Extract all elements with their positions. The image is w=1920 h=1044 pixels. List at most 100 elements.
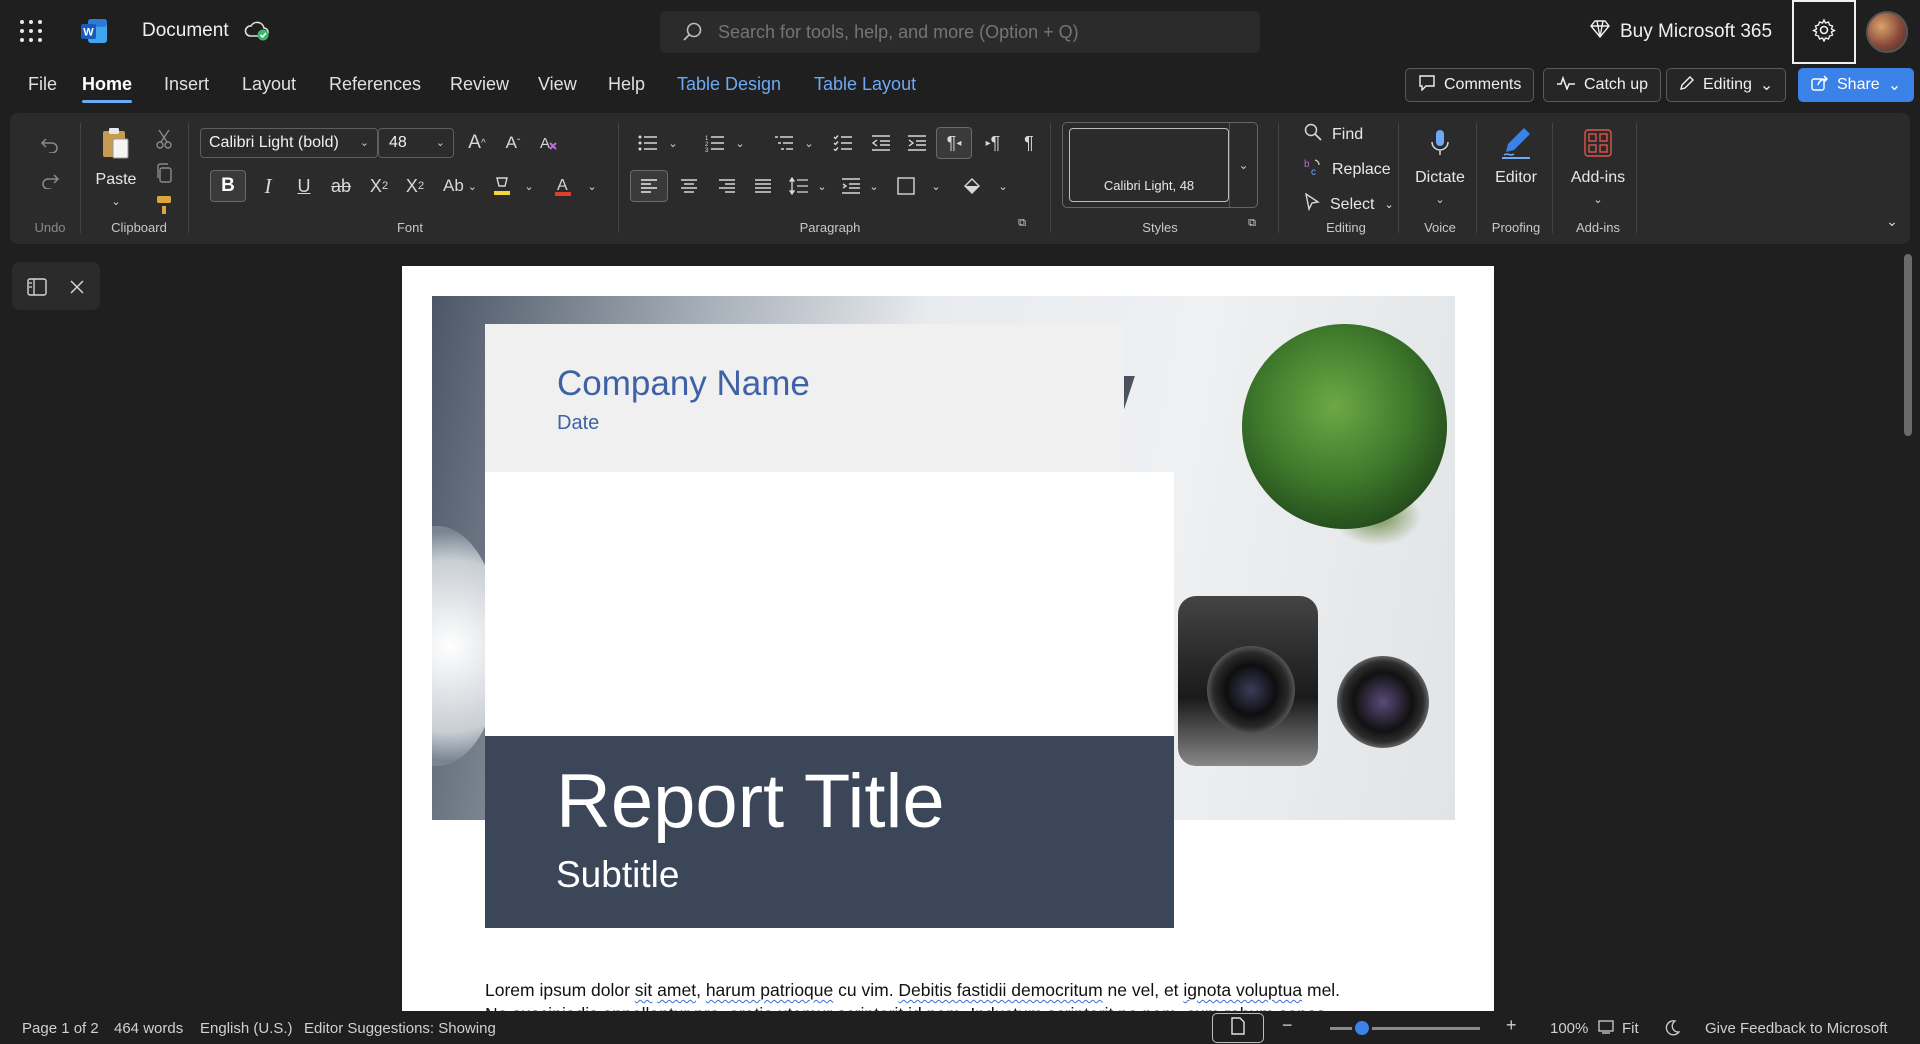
copy-icon[interactable]	[150, 159, 178, 187]
italic-button[interactable]: I	[252, 170, 284, 202]
tab-references[interactable]: References	[329, 74, 421, 95]
company-name[interactable]: Company Name	[557, 364, 810, 404]
report-title[interactable]: Report Title	[556, 758, 945, 845]
company-header-box[interactable]: Company Name Date	[485, 324, 1124, 472]
bullets-icon[interactable]: ⌄	[634, 128, 682, 158]
buy-microsoft-365-button[interactable]: Buy Microsoft 365	[1590, 20, 1772, 44]
expand-ribbon-icon[interactable]: ⌄	[1880, 211, 1904, 231]
spelling-flag[interactable]: Debitis fastidii democritum	[898, 980, 1102, 1000]
tab-table-layout[interactable]: Table Layout	[814, 74, 916, 95]
app-launcher-icon[interactable]	[20, 20, 42, 42]
justify-icon[interactable]	[746, 170, 780, 202]
spelling-flag[interactable]: amet	[657, 980, 696, 1000]
clear-formatting-icon[interactable]: A	[534, 128, 564, 158]
tab-file[interactable]: File	[28, 74, 57, 95]
report-subtitle[interactable]: Subtitle	[556, 854, 679, 896]
side-panel-icon[interactable]	[24, 274, 50, 300]
checklist-icon[interactable]	[826, 128, 860, 158]
print-layout-button[interactable]	[1212, 1013, 1264, 1043]
title-box[interactable]: Report Title Subtitle	[485, 736, 1174, 928]
spelling-flag[interactable]: ignota voluptua	[1183, 980, 1302, 1000]
undo-icon[interactable]	[30, 131, 70, 159]
align-right-icon[interactable]	[710, 170, 744, 202]
align-left-icon[interactable]	[630, 170, 668, 202]
fit-button[interactable]: Fit	[1622, 1020, 1639, 1037]
line-spacing-icon[interactable]: ⌄	[784, 170, 832, 202]
share-button[interactable]: Share ⌄	[1798, 68, 1915, 102]
microphone-icon[interactable]	[1422, 125, 1458, 161]
vertical-scrollbar[interactable]	[1904, 254, 1912, 436]
zoom-level[interactable]: 100%	[1550, 1020, 1588, 1037]
multilevel-list-icon[interactable]: ⌄	[770, 128, 818, 158]
chevron-down-icon[interactable]: ⌄	[1229, 123, 1257, 207]
chevron-down-icon[interactable]: ⌄	[1430, 191, 1450, 207]
find-button[interactable]: Find	[1304, 123, 1363, 146]
page-count[interactable]: Page 1 of 2	[22, 1020, 99, 1037]
tab-insert[interactable]: Insert	[164, 74, 209, 95]
fit-icon[interactable]	[1598, 1020, 1614, 1038]
tab-help[interactable]: Help	[608, 74, 645, 95]
shrink-font-icon[interactable]: Aˇ	[498, 128, 528, 158]
document-page[interactable]: Company Name Date Report Title Subtitle …	[402, 266, 1494, 1011]
feedback-link[interactable]: Give Feedback to Microsoft	[1705, 1020, 1888, 1037]
borders-icon[interactable]: ⌄	[888, 170, 950, 202]
zoom-out-icon[interactable]: −	[1282, 1015, 1293, 1036]
tab-home[interactable]: Home	[82, 74, 133, 103]
spelling-flag[interactable]: sit	[635, 980, 653, 1000]
editing-mode-button[interactable]: Editing ⌄	[1666, 68, 1787, 102]
editor-button[interactable]: Editor	[1486, 169, 1546, 187]
language-indicator[interactable]: English (U.S.)	[200, 1020, 293, 1037]
paste-button[interactable]: Paste	[88, 171, 144, 189]
superscript-button[interactable]: X2	[398, 170, 432, 202]
ltr-direction-icon[interactable]: ▸ ¶	[976, 128, 1010, 158]
word-logo-icon[interactable]: W	[80, 18, 108, 44]
cut-icon[interactable]	[150, 125, 178, 153]
comments-button[interactable]: Comments	[1405, 68, 1535, 102]
rtl-direction-icon[interactable]: ¶ ◂	[936, 127, 972, 159]
align-center-icon[interactable]	[672, 170, 706, 202]
body-paragraph[interactable]: Lorem ipsum dolor sit amet, harum patrio…	[485, 978, 1445, 1002]
cloud-saved-icon[interactable]	[244, 20, 270, 42]
subscript-button[interactable]: X2	[362, 170, 396, 202]
numbering-icon[interactable]: 1 2 3 ⌄	[700, 128, 750, 158]
redo-icon[interactable]	[30, 167, 70, 195]
word-count[interactable]: 464 words	[114, 1020, 183, 1037]
close-icon[interactable]	[64, 274, 90, 300]
zoom-slider-thumb[interactable]	[1352, 1018, 1372, 1038]
paragraph-launcher-icon[interactable]: ⧉	[1014, 215, 1030, 231]
format-painter-icon[interactable]	[150, 191, 178, 219]
style-preview[interactable]: Calibri Light, 48	[1069, 128, 1229, 202]
strikethrough-button[interactable]: ab	[324, 170, 358, 202]
addins-button[interactable]: Add-ins	[1564, 169, 1632, 187]
chevron-down-icon[interactable]: ⌄	[106, 193, 126, 209]
font-size-dropdown[interactable]: 48 ⌄	[378, 128, 454, 158]
shading-icon[interactable]: ⌄	[954, 170, 1016, 202]
show-formatting-icon[interactable]: ¶	[1012, 128, 1046, 158]
font-color-icon[interactable]: A ⌄	[548, 170, 602, 202]
increase-indent-icon[interactable]	[900, 128, 934, 158]
tab-layout[interactable]: Layout	[242, 74, 296, 95]
font-name-dropdown[interactable]: Calibri Light (bold) ⌄	[200, 128, 378, 158]
chevron-down-icon[interactable]: ⌄	[1588, 191, 1608, 207]
underline-button[interactable]: U	[288, 170, 320, 202]
search-box[interactable]	[660, 11, 1260, 53]
document-title[interactable]: Document	[142, 20, 229, 42]
grow-font-icon[interactable]: A ^	[462, 128, 492, 158]
body-paragraph-line2[interactable]: Ne suscipiadis appellantur pro, oratio u…	[485, 1002, 1345, 1011]
zoom-in-icon[interactable]: +	[1506, 1015, 1517, 1036]
styles-gallery[interactable]: Calibri Light, 48 ⌄	[1062, 122, 1258, 208]
date-field[interactable]: Date	[557, 412, 599, 435]
decrease-indent-icon[interactable]	[864, 128, 898, 158]
tab-review[interactable]: Review	[450, 74, 509, 95]
catch-up-button[interactable]: Catch up	[1543, 68, 1662, 102]
dark-mode-icon[interactable]	[1664, 1020, 1681, 1040]
editor-pen-icon[interactable]	[1496, 123, 1536, 163]
addins-grid-icon[interactable]	[1580, 125, 1616, 161]
search-input[interactable]	[718, 11, 1238, 53]
tab-view[interactable]: View	[538, 74, 577, 95]
change-case-icon[interactable]: Ab ⌄	[436, 170, 484, 202]
bold-button[interactable]: B	[210, 170, 246, 202]
paste-icon[interactable]	[90, 123, 140, 163]
select-button[interactable]: Select ⌄	[1304, 192, 1394, 216]
highlight-icon[interactable]: ⌄	[488, 170, 538, 202]
